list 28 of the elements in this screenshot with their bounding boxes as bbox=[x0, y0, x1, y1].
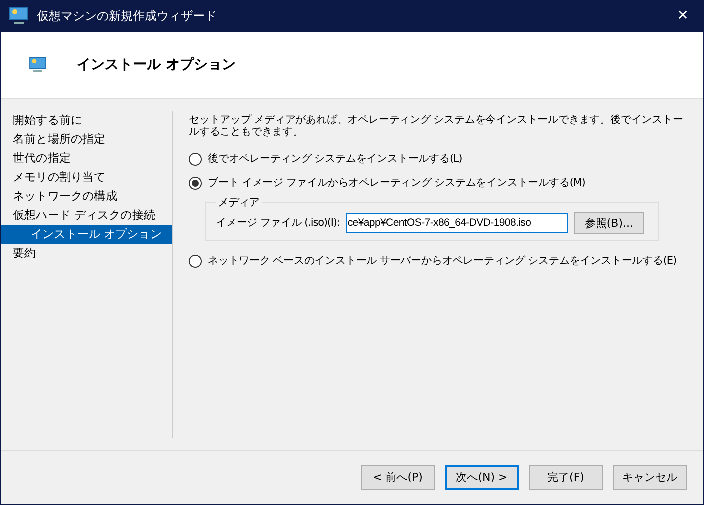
radio-button[interactable] bbox=[189, 152, 202, 166]
page-heading: インストール オプション bbox=[77, 56, 236, 74]
sidebar-item[interactable]: メモリの割り当て bbox=[1, 168, 172, 187]
image-file-field[interactable]: ce¥app¥CentOS-7-x86_64-DVD-1908.iso bbox=[346, 213, 568, 233]
window-title: 仮想マシンの新規作成ウィザード bbox=[37, 8, 218, 24]
option-label: ブート イメージ ファイルからオペレーティング システムをインストールする(M) bbox=[208, 176, 586, 190]
monitor-icon bbox=[29, 57, 47, 73]
sidebar-item[interactable]: ネットワークの構成 bbox=[1, 187, 172, 206]
sidebar-item[interactable]: 要約 bbox=[1, 244, 172, 263]
group-label: メディア bbox=[217, 195, 261, 210]
sidebar-item[interactable]: 世代の指定 bbox=[1, 149, 172, 168]
wizard-button[interactable]: 完了(F) bbox=[529, 465, 603, 490]
wizard-button[interactable]: キャンセル bbox=[613, 465, 687, 490]
sidebar-item[interactable]: インストール オプション bbox=[1, 225, 172, 244]
radio-button[interactable] bbox=[189, 176, 202, 190]
browse-button[interactable]: 参照(B)... bbox=[574, 212, 644, 234]
sidebar-item[interactable]: 仮想ハード ディスクの接続 bbox=[1, 206, 172, 225]
option-label: 後でオペレーティング システムをインストールする(L) bbox=[208, 152, 462, 166]
field-label: イメージ ファイル (.iso)(I): bbox=[216, 216, 340, 230]
radio-button[interactable] bbox=[189, 254, 202, 268]
monitor-icon bbox=[9, 7, 29, 25]
description-text: セットアップ メディアがあれば、オペレーティング システムを今インストールできます。後でインストールすることもできます。 bbox=[189, 114, 684, 138]
close-button[interactable]: ✕ bbox=[663, 0, 703, 32]
sidebar-item[interactable]: 開始する前に bbox=[1, 111, 172, 130]
option-label: ネットワーク ベースのインストール サーバーからオペレーティング システムをインストールする(E) bbox=[208, 254, 676, 268]
sidebar-item[interactable]: 名前と場所の指定 bbox=[1, 130, 172, 149]
wizard-button[interactable]: < 前へ(P) bbox=[361, 465, 435, 490]
wizard-button[interactable]: 次へ(N) > bbox=[445, 465, 519, 490]
